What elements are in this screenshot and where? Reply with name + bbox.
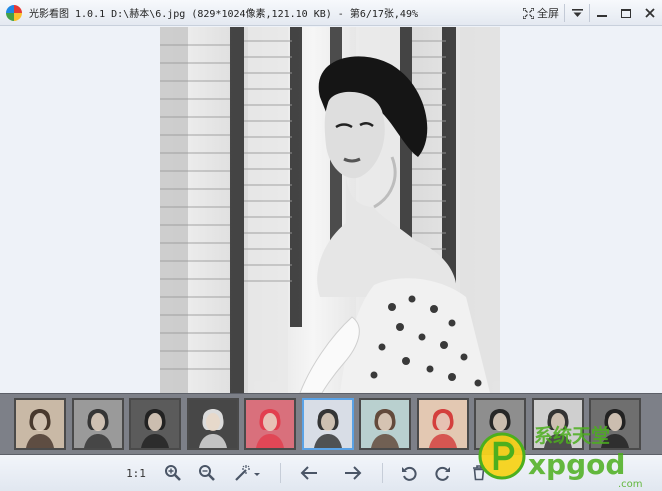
rotate-right-button[interactable]: [430, 461, 456, 485]
rotate-left-icon: [402, 466, 417, 481]
thumbnail-item[interactable]: [359, 398, 411, 450]
toolbar-divider: [382, 463, 383, 483]
thumbnail-portrait-icon: [303, 400, 352, 448]
fullscreen-button[interactable]: 全屏: [518, 2, 564, 24]
thumbnail-item[interactable]: [589, 398, 641, 450]
thumbnail-item[interactable]: [416, 398, 469, 450]
thumbnail-portrait-icon: [73, 400, 122, 448]
window-controls: 全屏: [518, 0, 662, 26]
menu-button[interactable]: [565, 2, 589, 24]
thumbnail-portrait-icon: [188, 400, 237, 448]
zoom-in-button[interactable]: [160, 461, 186, 485]
fullscreen-label: 全屏: [537, 7, 559, 20]
actual-size-label: 1:1: [126, 466, 146, 480]
actual-size-button[interactable]: 1:1: [122, 461, 150, 485]
thumbnail-item[interactable]: [129, 398, 181, 450]
minimize-button[interactable]: [590, 2, 614, 24]
rotate-left-button[interactable]: [396, 461, 422, 485]
fullscreen-icon: [523, 7, 534, 19]
minimize-icon: [597, 15, 607, 17]
main-photo[interactable]: [160, 27, 500, 393]
maximize-icon: [621, 8, 631, 18]
thumbnail-portrait-icon: [361, 400, 409, 448]
app-logo-icon: [6, 4, 22, 21]
delete-icon: [473, 465, 485, 481]
thumbnail-portrait-icon: [16, 400, 64, 448]
thumbnail-portrait-icon: [533, 400, 582, 448]
close-button[interactable]: [638, 2, 662, 24]
thumbnail-item[interactable]: [14, 398, 66, 450]
thumbnail-portrait-icon: [246, 400, 294, 448]
next-button[interactable]: [340, 461, 366, 485]
rotate-right-icon: [435, 466, 450, 481]
thumbnail-strip[interactable]: [0, 393, 662, 455]
window-title: 光影看图 1.0.1 D:\赫本\6.jpg (829*1024像素,121.1…: [29, 9, 418, 20]
thumbnail-item[interactable]: [186, 398, 239, 450]
enhance-button[interactable]: [228, 461, 266, 485]
zoom-in-icon: [165, 465, 181, 481]
zoom-out-icon: [199, 465, 215, 481]
next-arrow-icon: [345, 466, 362, 480]
maximize-button[interactable]: [614, 2, 638, 24]
previous-button[interactable]: [296, 461, 322, 485]
title-bar: 光影看图 1.0.1 D:\赫本\6.jpg (829*1024像素,121.1…: [0, 0, 662, 26]
delete-button[interactable]: [466, 461, 492, 485]
previous-arrow-icon: [300, 466, 317, 480]
image-canvas[interactable]: [0, 27, 662, 393]
close-icon: [645, 8, 655, 18]
thumbnail-item[interactable]: [244, 398, 296, 450]
menu-icon: [571, 8, 583, 17]
thumbnail-item[interactable]: [531, 398, 584, 450]
bottom-toolbar: 1:1: [0, 455, 662, 491]
zoom-out-button[interactable]: [194, 461, 220, 485]
thumbnail-item[interactable]: [71, 398, 124, 450]
thumbnail-item[interactable]: [301, 398, 354, 450]
toolbar-divider: [280, 463, 281, 483]
thumbnail-portrait-icon: [131, 400, 179, 448]
portrait-photo: [160, 27, 500, 393]
thumbnail-portrait-icon: [591, 400, 639, 448]
thumbnail-portrait-icon: [418, 400, 467, 448]
thumbnail-item[interactable]: [474, 398, 526, 450]
thumbnail-portrait-icon: [476, 400, 524, 448]
magic-wand-icon: [235, 465, 260, 481]
